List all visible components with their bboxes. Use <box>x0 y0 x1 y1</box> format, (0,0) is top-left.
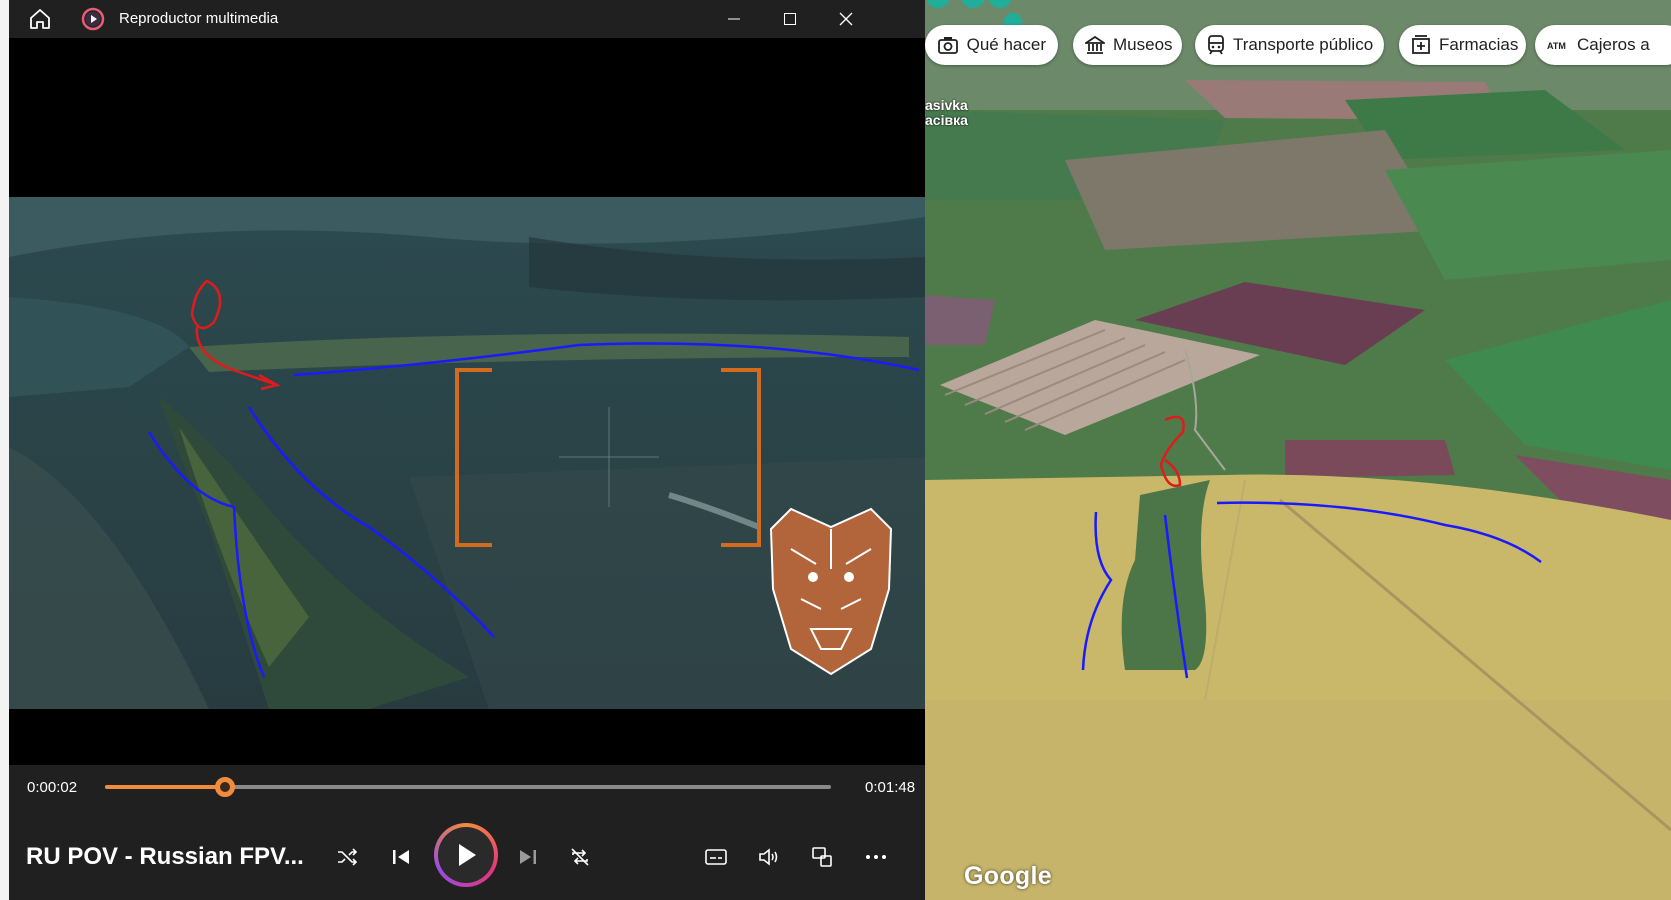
chip-que-hacer[interactable]: Qué hacer <box>925 25 1058 65</box>
window-edge <box>0 0 9 900</box>
chip-label: Cajeros a <box>1577 35 1650 54</box>
atm-icon: ATM <box>1547 34 1569 56</box>
chip-label: Farmacias <box>1439 35 1519 54</box>
chip-label: Museos <box>1113 35 1173 54</box>
media-player-window: Reproductor multimedia 0:00:02 0:01:48 R… <box>0 0 925 900</box>
museum-icon <box>1085 34 1105 56</box>
chip-cajeros[interactable]: ATM Cajeros a <box>1535 25 1671 65</box>
video-frame[interactable] <box>9 197 925 709</box>
place-label[interactable]: asivka асівка <box>925 98 968 128</box>
video-area[interactable] <box>9 38 925 765</box>
next-icon[interactable] <box>506 835 550 879</box>
title-bar: Reproductor multimedia <box>9 0 925 38</box>
repeat-icon[interactable] <box>558 835 602 879</box>
playback-controls: 0:00:02 0:01:48 RU POV - Russian FPV... <box>9 765 925 900</box>
chip-transporte-publico[interactable]: Transporte público <box>1195 25 1384 65</box>
maximize-icon[interactable] <box>762 0 818 38</box>
home-icon[interactable] <box>27 6 53 32</box>
place-label-cyrillic: асівка <box>925 112 968 128</box>
camera-icon <box>937 34 959 56</box>
current-time: 0:00:02 <box>27 779 78 796</box>
transit-icon <box>1207 34 1225 56</box>
minimize-icon[interactable] <box>706 0 762 38</box>
google-logo: Google <box>964 862 1052 890</box>
chip-museos[interactable]: Museos <box>1073 25 1182 65</box>
seek-bar[interactable] <box>105 777 831 797</box>
chip-farmacias[interactable]: Farmacias <box>1399 25 1526 65</box>
seek-thumb[interactable] <box>214 777 235 797</box>
chip-label: Transporte público <box>1233 35 1374 54</box>
mini-player-icon[interactable] <box>800 835 844 879</box>
media-title: RU POV - Russian FPV... <box>26 843 304 870</box>
media-player-app-icon <box>81 7 105 31</box>
place-label-latin: asivka <box>925 97 968 113</box>
shuffle-icon[interactable] <box>325 835 369 879</box>
window-title: Reproductor multimedia <box>119 10 279 27</box>
chip-label: Qué hacer <box>966 35 1046 54</box>
close-icon[interactable] <box>818 0 874 38</box>
svg-text:ATM: ATM <box>1547 41 1566 51</box>
pharmacy-icon <box>1411 34 1431 56</box>
maps-window[interactable]: Qué hacer Museos Transporte público Farm… <box>925 0 1671 900</box>
subtitles-icon[interactable] <box>694 835 738 879</box>
seek-progress <box>105 785 225 789</box>
more-options-icon[interactable] <box>854 835 898 879</box>
previous-icon[interactable] <box>379 835 423 879</box>
total-time: 0:01:48 <box>865 779 916 796</box>
play-icon[interactable] <box>438 827 494 883</box>
play-button[interactable] <box>434 823 498 887</box>
satellite-map[interactable] <box>925 0 1671 900</box>
volume-icon[interactable] <box>747 835 791 879</box>
